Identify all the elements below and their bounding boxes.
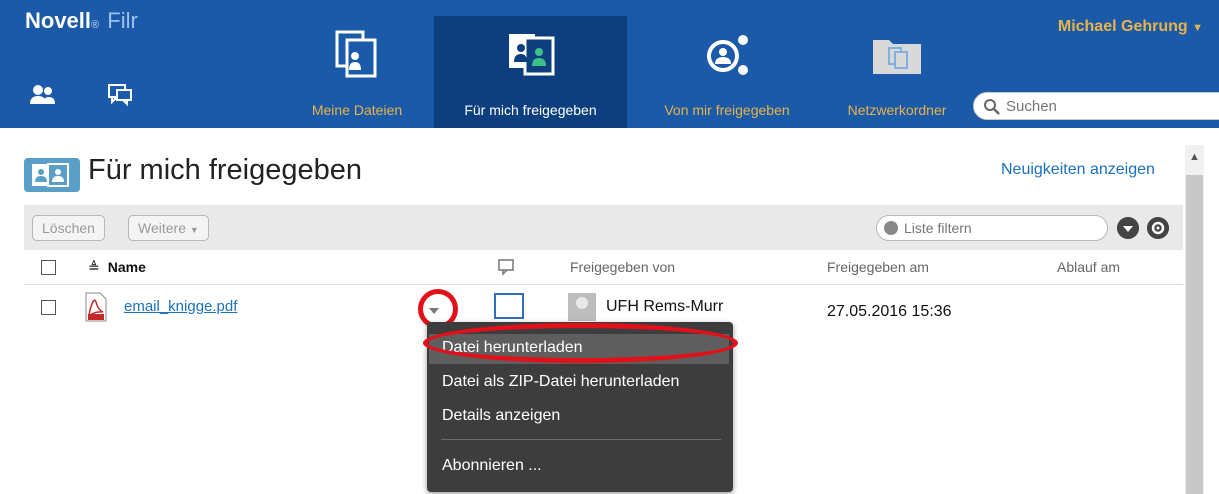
highlight-oval xyxy=(423,323,738,363)
column-header-shared-on[interactable]: Freigegeben am xyxy=(827,259,929,275)
comment-button[interactable] xyxy=(494,293,524,319)
avatar xyxy=(568,293,596,321)
search-input[interactable] xyxy=(1006,96,1206,116)
search-box xyxy=(973,92,1219,120)
top-header: Novell® Filr Meine Dateien Für mich frei… xyxy=(0,0,1219,128)
logo-brand: Novell xyxy=(25,8,92,33)
filr-app: Novell® Filr Meine Dateien Für mich frei… xyxy=(0,0,1219,494)
shared-on-value: 27.05.2016 15:36 xyxy=(827,303,952,320)
user-name: Michael Gehrung xyxy=(1057,18,1188,35)
filter-input[interactable] xyxy=(904,219,1094,237)
shared-with-me-icon xyxy=(508,34,554,76)
vertical-scrollbar[interactable]: ▲ xyxy=(1185,145,1204,494)
menu-item-download-zip[interactable]: Datei als ZIP-Datei herunterladen xyxy=(442,373,679,391)
tab-meine-dateien[interactable]: Meine Dateien xyxy=(289,16,425,128)
delete-button[interactable]: Löschen xyxy=(32,215,105,241)
tab-netzwerkordner[interactable]: Netzwerkordner xyxy=(830,16,964,128)
menu-item-subscribe[interactable]: Abonnieren ... xyxy=(442,457,542,475)
tab-meine-dateien-label: Meine Dateien xyxy=(311,102,403,118)
tab-von-mir-freigegeben-label: Von mir freigegeben xyxy=(664,102,790,118)
more-button[interactable]: Weitere ▼ xyxy=(128,215,209,241)
logo-dot: ® xyxy=(91,19,100,31)
users-icon[interactable] xyxy=(28,82,58,108)
tab-fuer-mich-freigegeben[interactable]: Für mich freigegeben xyxy=(434,16,627,128)
my-files-icon xyxy=(335,30,377,78)
filter-box xyxy=(876,215,1108,241)
gear-icon[interactable] xyxy=(1147,217,1169,239)
user-menu[interactable]: Michael Gehrung ▼ xyxy=(1058,18,1203,36)
tab-fuer-mich-freigegeben-label: Für mich freigegeben xyxy=(464,102,597,118)
tab-netzwerkordner-label: Netzwerkordner xyxy=(847,102,947,118)
menu-item-details[interactable]: Details anzeigen xyxy=(442,407,560,425)
filter-options-icon[interactable] xyxy=(1117,217,1139,239)
avatar-head xyxy=(576,297,588,309)
comment-column-icon[interactable] xyxy=(497,258,515,276)
column-header-name[interactable]: ≜ Name xyxy=(88,259,146,276)
column-header-expires[interactable]: Ablauf am xyxy=(1057,259,1120,275)
shared-by-me-icon xyxy=(707,35,748,75)
menu-separator xyxy=(441,439,721,440)
pdf-file-icon xyxy=(85,292,107,322)
chevron-down-icon: ▼ xyxy=(189,225,199,235)
tab-von-mir-freigegeben[interactable]: Von mir freigegeben xyxy=(640,16,814,128)
filter-icon xyxy=(884,221,898,235)
list-toolbar: Löschen Weitere ▼ xyxy=(24,205,1183,250)
chevron-down-icon: ▼ xyxy=(1192,22,1203,34)
network-folders-icon xyxy=(873,40,921,74)
shared-by-value: UFH Rems-Murr xyxy=(606,298,724,315)
news-link[interactable]: Neuigkeiten anzeigen xyxy=(1001,161,1155,179)
comments-icon[interactable] xyxy=(106,82,136,108)
column-header-shared-by[interactable]: Freigegeben von xyxy=(570,259,675,275)
more-button-label: Weitere xyxy=(138,220,186,236)
logo-product: Filr xyxy=(107,8,138,33)
page-title: Für mich freigegeben xyxy=(88,154,363,186)
column-header-name-label: Name xyxy=(107,259,146,275)
row-checkbox[interactable] xyxy=(41,300,56,315)
shared-with-me-page-icon xyxy=(24,158,80,192)
search-icon[interactable] xyxy=(983,98,1001,116)
file-name-link[interactable]: email_knigge.pdf xyxy=(124,298,237,315)
select-all-checkbox[interactable] xyxy=(41,260,56,275)
sort-indicator-icon: ≜ xyxy=(88,259,100,275)
app-logo[interactable]: Novell® Filr xyxy=(25,8,138,34)
scroll-up-arrow-icon[interactable]: ▲ xyxy=(1185,151,1204,165)
header-divider xyxy=(24,284,1183,285)
scroll-thumb[interactable] xyxy=(1186,175,1203,494)
